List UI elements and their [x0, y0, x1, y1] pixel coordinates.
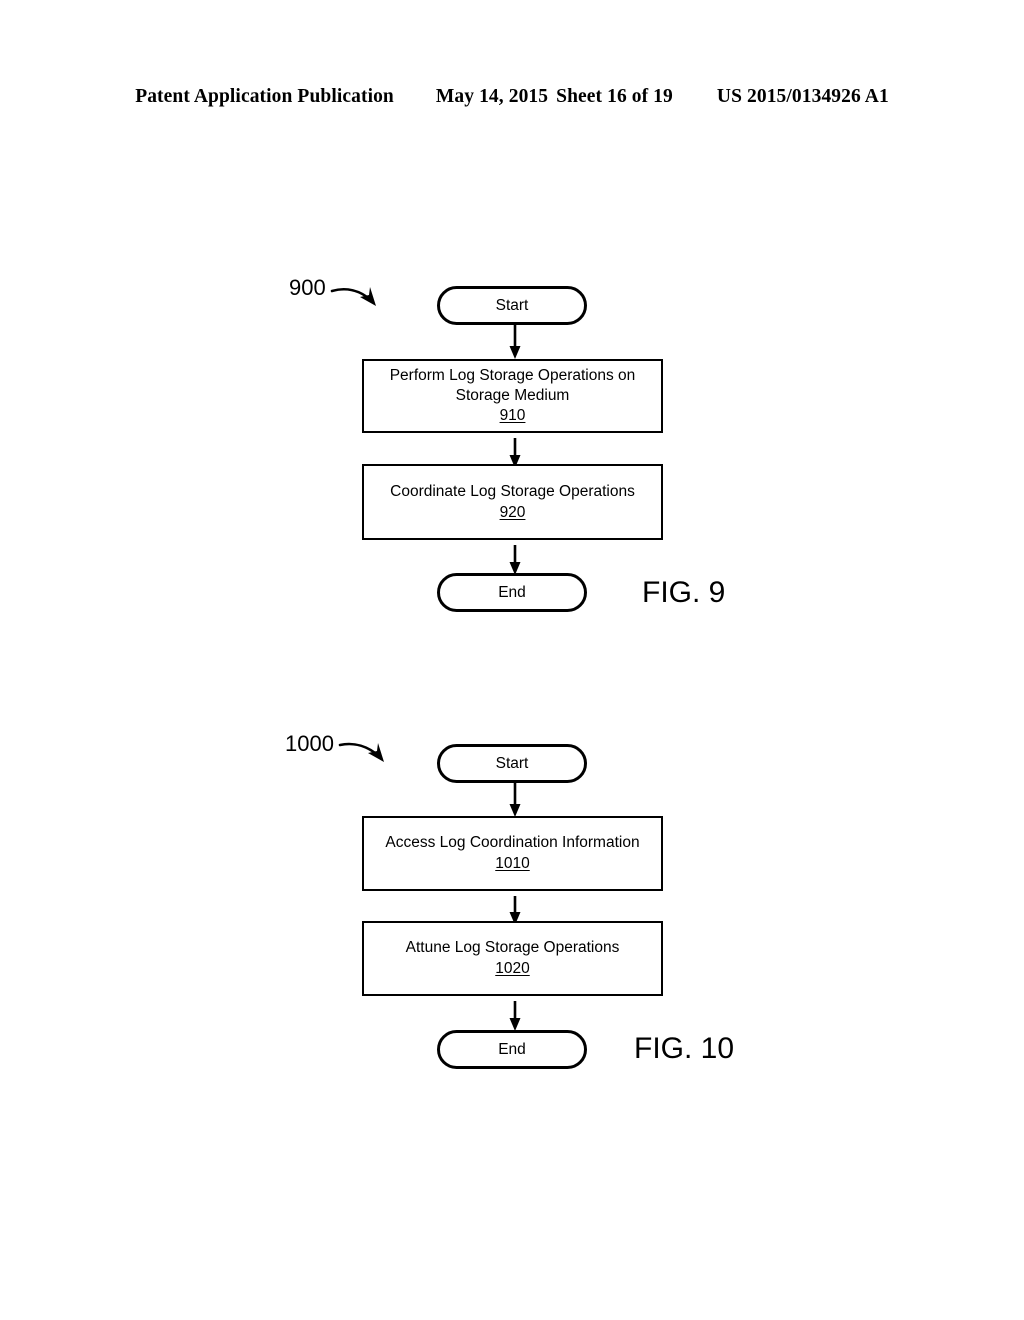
callout-leader-arrow-900	[330, 287, 376, 306]
flow-process-1010-ref: 1010	[495, 855, 530, 872]
flow-terminal-start-label: Start	[495, 296, 529, 314]
header-publication-number: US 2015/0134926 A1	[716, 86, 889, 107]
flow-process-910-line-1: Perform Log Storage Operations on	[389, 366, 636, 384]
callout-number-1000: 1000	[285, 731, 334, 756]
header-publication-title: Patent Application Publication	[135, 86, 394, 107]
flow-terminal-start-2: Start	[437, 744, 589, 785]
flow-process-1020-ref: 1020	[495, 960, 530, 977]
figure-caption-10: FIG. 10	[634, 1032, 735, 1065]
connector-1020-to-end	[509, 1001, 521, 1031]
flow-process-910-line-2: Storage Medium	[455, 386, 570, 404]
header-sheet: Sheet 16 of 19	[556, 86, 673, 107]
flow-process-1010-line-1: Access Log Coordination Information	[385, 834, 640, 852]
page-header: Patent Application Publication May 14, 2…	[0, 86, 1024, 108]
flow-terminal-end: End	[437, 573, 589, 614]
flow-process-910-ref: 910	[499, 407, 526, 425]
flow-process-920-ref: 920	[499, 503, 526, 521]
flow-terminal-end-2: End	[437, 1030, 589, 1071]
callout-leader-arrow-1000	[338, 742, 384, 762]
flow-process-1010: Access Log Coordination Information 1010	[362, 816, 666, 894]
header-date: May 14, 2015	[435, 86, 549, 107]
flow-process-1020: Attune Log Storage Operations 1020	[362, 921, 666, 999]
flow-terminal-start-2-label: Start	[495, 754, 529, 772]
connector-start-to-1010	[509, 783, 521, 817]
callout-number-900: 900	[289, 275, 326, 300]
flow-process-920-line-1: Coordinate Log Storage Operations	[390, 482, 635, 500]
flow-process-920: Coordinate Log Storage Operations 920	[362, 464, 666, 543]
flow-terminal-end-2-label: End	[498, 1040, 526, 1058]
flow-process-910: Perform Log Storage Operations on Storag…	[362, 359, 666, 436]
figure-caption-9: FIG. 9	[642, 576, 726, 609]
flow-process-1020-line-1: Attune Log Storage Operations	[405, 939, 620, 957]
connector-start-to-910	[509, 325, 521, 359]
flow-terminal-start: Start	[437, 286, 589, 327]
flow-terminal-end-label: End	[498, 583, 526, 601]
